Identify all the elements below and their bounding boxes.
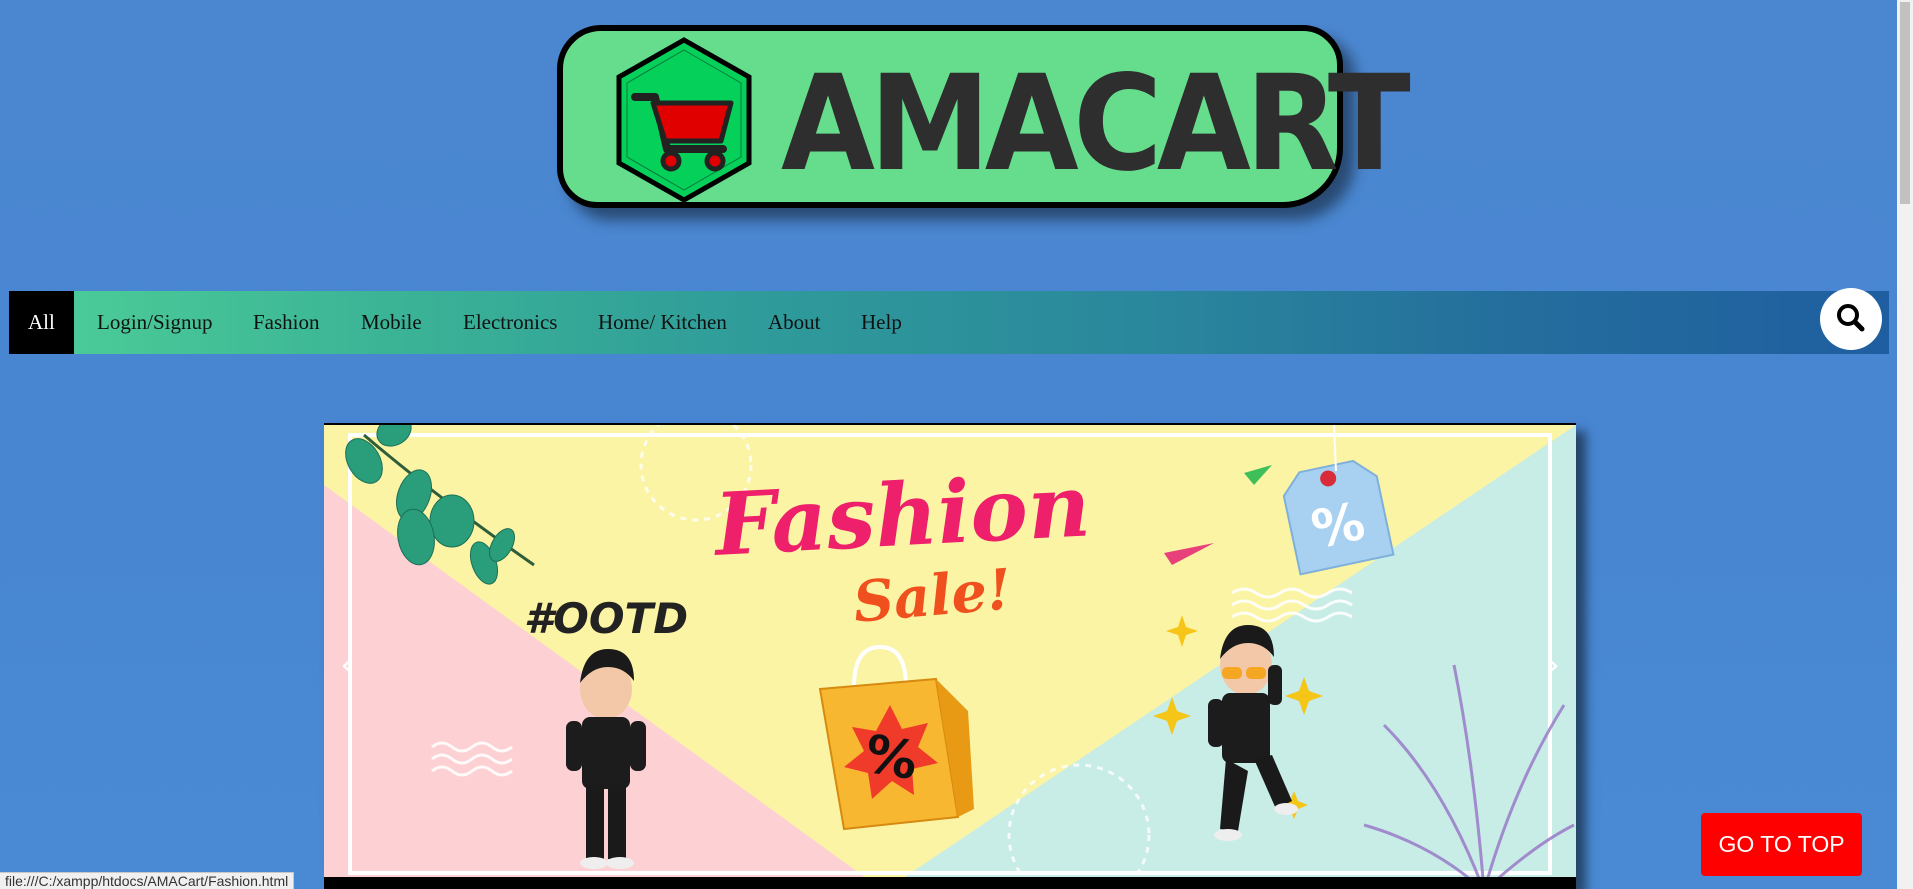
logo-text: AMACART bbox=[781, 47, 1411, 201]
nav-item-help[interactable]: Help bbox=[861, 291, 902, 354]
carousel-next-button[interactable]: › bbox=[1538, 645, 1568, 685]
nav-item-login-signup[interactable]: Login/Signup bbox=[97, 291, 213, 354]
banner-bottom-strip bbox=[324, 877, 1576, 889]
banner-subtitle: Sale! bbox=[851, 556, 1014, 636]
search-icon bbox=[1837, 304, 1865, 332]
nav-item-all[interactable]: All bbox=[9, 291, 74, 354]
page-scrollbar[interactable] bbox=[1897, 0, 1913, 889]
fashion-sale-banner: Fashion Sale! #OOTD % % ‹ › bbox=[324, 423, 1576, 889]
nav-item-fashion[interactable]: Fashion bbox=[253, 291, 320, 354]
amacart-logo: AMACART bbox=[557, 25, 1411, 208]
browser-status-url: file:///C:/xampp/htdocs/AMACart/Fashion.… bbox=[0, 872, 295, 889]
nav-item-home-kitchen[interactable]: Home/ Kitchen bbox=[598, 291, 727, 354]
main-navbar: All Login/Signup Fashion Mobile Electron… bbox=[9, 288, 1889, 354]
scrollbar-thumb[interactable] bbox=[1900, 2, 1910, 204]
go-to-top-button[interactable]: GO TO TOP bbox=[1701, 813, 1862, 876]
nav-item-electronics[interactable]: Electronics bbox=[463, 291, 557, 354]
banner-hashtag: #OOTD bbox=[524, 594, 688, 643]
bag-percent: % bbox=[860, 724, 922, 792]
carousel-prev-button[interactable]: ‹ bbox=[332, 645, 362, 685]
nav-item-about[interactable]: About bbox=[768, 291, 821, 354]
banner-title: Fashion bbox=[709, 455, 1092, 576]
banner-image: Fashion Sale! #OOTD % % bbox=[324, 425, 1576, 889]
nav-item-mobile[interactable]: Mobile bbox=[361, 291, 422, 354]
shopping-cart-icon bbox=[616, 37, 752, 203]
search-button[interactable] bbox=[1820, 288, 1882, 350]
